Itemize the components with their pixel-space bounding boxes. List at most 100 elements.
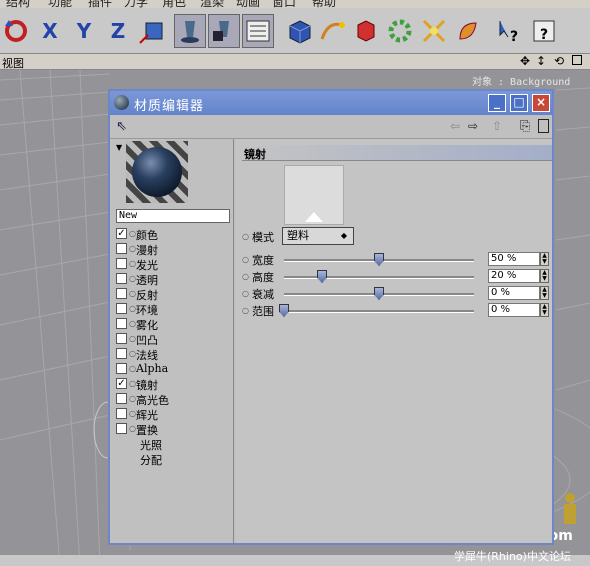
illumination-tab[interactable]: 光照	[140, 437, 162, 453]
svg-text:?: ?	[540, 27, 548, 43]
viewport-menu-view[interactable]: 视图	[2, 55, 24, 71]
preview-menu-arrow-icon[interactable]: ▼	[116, 143, 122, 152]
rotate-view-icon[interactable]: ⟲	[554, 54, 564, 68]
mode-dropdown[interactable]: 塑料 ◆	[282, 227, 354, 245]
channel-checkbox[interactable]	[116, 258, 127, 269]
menu-item[interactable]: 功能	[48, 0, 72, 8]
channel-item-environment[interactable]: ○ 环境	[112, 302, 232, 317]
channel-item-displacement[interactable]: ○ 置换	[112, 422, 232, 437]
channel-label: 镜射	[136, 379, 158, 392]
channel-item-specular[interactable]: ✓ ○ 镜射	[112, 377, 232, 392]
mode-row: ○ 模式 塑料 ◆	[242, 227, 550, 245]
channel-item-normal[interactable]: ○ 法线	[112, 347, 232, 362]
height-spinner[interactable]: ▲ ▼	[540, 269, 549, 283]
forward-arrow-icon[interactable]: ⇨	[468, 119, 478, 133]
context-help-icon[interactable]: ?	[494, 14, 526, 48]
watermark-forum: 学犀牛(Rhino)中文论坛	[454, 550, 571, 563]
render-view-icon[interactable]	[174, 14, 206, 48]
menu-item[interactable]: 帮助	[312, 0, 336, 8]
viewport-header: 视图 ✥ ↕ ⟲	[0, 54, 590, 70]
channel-item-reflection[interactable]: ○ 反射	[112, 287, 232, 302]
menu-item[interactable]: 渲染	[200, 0, 224, 8]
falloff-spinner[interactable]: ▲ ▼	[540, 286, 549, 300]
undo-icon[interactable]	[0, 14, 32, 48]
channel-item-transparency[interactable]: ○ 透明	[112, 272, 232, 287]
menu-item[interactable]: 力学	[124, 0, 148, 8]
material-editor-titlebar[interactable]: 材质编辑器 _ □ ×	[110, 91, 552, 115]
width-spinner[interactable]: ▲ ▼	[540, 252, 549, 266]
back-arrow-icon[interactable]: ⇦	[450, 119, 460, 133]
channel-checkbox[interactable]	[116, 423, 127, 434]
channel-checkbox[interactable]	[116, 363, 127, 374]
x-axis-lock-icon[interactable]: X	[34, 14, 66, 48]
menu-item[interactable]: 角色	[162, 0, 186, 8]
channel-checkbox[interactable]	[116, 243, 127, 254]
material-editor-toolbar: ⇖ ⇦ ⇨ ⇧ ⎘	[110, 115, 552, 139]
channel-item-alpha[interactable]: ○ Alpha	[112, 362, 232, 376]
channel-checkbox[interactable]	[116, 288, 127, 299]
material-preview[interactable]	[126, 141, 188, 203]
channel-checkbox[interactable]	[116, 303, 127, 314]
menu-item[interactable]: 动画	[236, 0, 260, 8]
cube-primitive-icon[interactable]	[284, 14, 316, 48]
y-axis-lock-icon[interactable]: Y	[68, 14, 100, 48]
channel-checkbox[interactable]	[116, 348, 127, 359]
spline-tool-icon[interactable]	[316, 14, 348, 48]
close-button[interactable]: ×	[532, 94, 550, 112]
pan-icon[interactable]: ✥	[520, 54, 530, 68]
channel-item-fog[interactable]: ○ 雾化	[112, 317, 232, 332]
channel-checkbox[interactable]: ✓	[116, 378, 127, 389]
height-slider-thumb[interactable]	[317, 270, 327, 283]
lock-icon[interactable]: ⎘	[520, 119, 530, 134]
falloff-value-field[interactable]: 0 %	[488, 286, 540, 300]
channel-item-bump[interactable]: ○ 凹凸	[112, 332, 232, 347]
render-picture-viewer-icon[interactable]	[208, 14, 240, 48]
material-name-field[interactable]: New	[116, 209, 230, 223]
z-axis-lock-icon[interactable]: Z	[102, 14, 134, 48]
width-value-field[interactable]: 50 %	[488, 252, 540, 266]
width-slider-thumb[interactable]	[374, 253, 384, 266]
maximize-view-icon[interactable]	[572, 55, 582, 65]
channel-label: 置换	[136, 424, 158, 437]
channel-checkbox[interactable]: ✓	[116, 228, 127, 239]
move-icon[interactable]: ↕	[536, 54, 546, 68]
script-help-icon[interactable]: ?	[528, 14, 560, 48]
menu-item[interactable]: 插件	[88, 0, 112, 8]
channel-checkbox[interactable]	[116, 393, 127, 404]
up-arrow-icon[interactable]: ⇧	[492, 119, 502, 133]
range-slider-track[interactable]	[284, 310, 474, 313]
array-tool-icon[interactable]	[384, 14, 416, 48]
channel-checkbox[interactable]	[116, 273, 127, 284]
param-label: 衰减	[252, 288, 274, 301]
pin-icon[interactable]: ⇖	[116, 119, 127, 134]
range-slider-thumb[interactable]	[279, 304, 289, 317]
channel-item-diffusion[interactable]: ○ 漫射	[112, 242, 232, 257]
maximize-button[interactable]: □	[510, 94, 528, 112]
channel-checkbox[interactable]	[116, 318, 127, 329]
channel-item-luminance[interactable]: ○ 发光	[112, 257, 232, 272]
height-value-field[interactable]: 20 %	[488, 269, 540, 283]
channel-item-glow[interactable]: ○ 辉光	[112, 407, 232, 422]
scene-tool-icon[interactable]	[452, 14, 484, 48]
range-value-field[interactable]: 0 %	[488, 303, 540, 317]
range-spinner[interactable]: ▲ ▼	[540, 303, 549, 317]
falloff-slider-thumb[interactable]	[374, 287, 384, 300]
width-row: ○ 宽度 50 % ▲ ▼	[242, 252, 550, 268]
coordinate-system-icon[interactable]	[136, 14, 168, 48]
material-editor-window: 材质编辑器 _ □ × ⇖ ⇦ ⇨ ⇧ ⎘ ▼ New ✓ ○ 颜色 ○ 漫射 ○	[108, 89, 554, 545]
minimize-button[interactable]: _	[488, 94, 506, 112]
nurbs-tool-icon[interactable]	[350, 14, 382, 48]
menu-item[interactable]: 结构	[6, 0, 30, 8]
channel-checkbox[interactable]	[116, 408, 127, 419]
render-settings-icon[interactable]	[242, 14, 274, 48]
channel-checkbox[interactable]	[116, 333, 127, 344]
new-window-icon[interactable]	[538, 119, 549, 133]
channel-item-color[interactable]: ✓ ○ 颜色	[112, 227, 232, 242]
channel-item-specular-color[interactable]: ○ 高光色	[112, 392, 232, 407]
channel-label: 发光	[136, 259, 158, 272]
height-slider-track[interactable]	[284, 276, 474, 279]
window-title: 材质编辑器	[134, 99, 205, 114]
menu-item[interactable]: 窗口	[272, 0, 296, 8]
assignment-tab[interactable]: 分配	[140, 452, 162, 468]
deformer-tool-icon[interactable]	[418, 14, 450, 48]
